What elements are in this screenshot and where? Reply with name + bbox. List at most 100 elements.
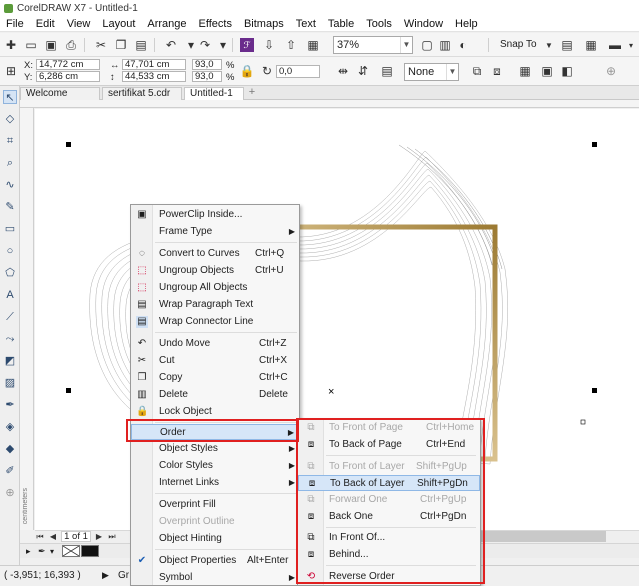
artistic-media-icon[interactable]: ✎ [3, 200, 17, 214]
snap-to-button[interactable]: Snap To [500, 39, 537, 50]
menu-item-wrap-paragraph-text[interactable]: ▤ Wrap Paragraph Text [131, 297, 299, 313]
application-launcher-icon[interactable]: ▦ [584, 38, 598, 52]
copy-toolbar-icon[interactable]: ❐ [114, 38, 128, 52]
tab-untitled[interactable]: Untitled-1 [184, 87, 244, 100]
menu-item-object-styles[interactable]: Object Styles ▶ [131, 441, 299, 457]
scale-x-field[interactable]: 93,0 [192, 59, 222, 70]
redo-dropdown-icon[interactable]: ▾ [216, 38, 230, 52]
undo-dropdown-icon[interactable]: ▾ [184, 38, 198, 52]
next-page-icon[interactable]: ▶ [94, 532, 104, 542]
menu-arrange[interactable]: Arrange [141, 18, 192, 30]
redo-toolbar-icon[interactable]: ↷ [198, 38, 212, 52]
chevron-down-icon[interactable]: ▼ [400, 37, 412, 53]
menu-bitmaps[interactable]: Bitmaps [238, 18, 290, 30]
first-page-icon[interactable]: ⏮ [35, 532, 45, 542]
weld-icon[interactable]: ▣ [540, 64, 554, 78]
menu-table[interactable]: Table [322, 18, 360, 30]
menu-item-symbol[interactable]: Symbol ▶ [131, 570, 299, 586]
preview-icon[interactable]: ◐ [456, 38, 470, 52]
menu-item-powerclip-inside[interactable]: ▣ PowerClip Inside... [131, 207, 299, 223]
menu-file[interactable]: File [0, 18, 30, 30]
menu-item-wrap-connector-line[interactable]: ▤ Wrap Connector Line [131, 314, 299, 330]
height-field[interactable]: 44,533 cm [122, 71, 186, 82]
menu-view[interactable]: View [61, 18, 97, 30]
zoom-tool-icon[interactable]: ⌕ [3, 156, 17, 170]
menu-item-ungroup-all-objects[interactable]: ⬚ Ungroup All Objects [131, 280, 299, 296]
export-icon[interactable]: ⇧ [284, 38, 298, 52]
scale-y-field[interactable]: 93,0 [192, 71, 222, 82]
no-color-swatch[interactable] [62, 545, 80, 557]
menu-item-delete[interactable]: ▥ Delete Delete [131, 387, 299, 403]
black-swatch[interactable] [81, 545, 99, 557]
menu-item-undo-move[interactable]: ↶ Undo Move Ctrl+Z [131, 336, 299, 352]
smart-fill-icon[interactable]: ◆ [3, 442, 17, 456]
rectangle-tool-icon[interactable]: ▭ [3, 222, 17, 236]
freehand-tool-icon[interactable]: ∿ [3, 178, 17, 192]
import-icon[interactable]: ⇩ [262, 38, 276, 52]
tab-welcome-screen[interactable]: Welcome Screen [20, 87, 100, 111]
add-tab-icon[interactable]: + [246, 87, 258, 99]
width-field[interactable]: 47,701 cm [122, 59, 186, 70]
menu-item-object-properties[interactable]: ✔ Object Properties Alt+Enter [131, 553, 299, 569]
to-front-icon[interactable]: ⧉ [470, 64, 484, 78]
corel-connect-icon[interactable]: ℱ [240, 38, 254, 52]
interactive-fill-icon[interactable]: ◈ [3, 420, 17, 434]
crop-tool-icon[interactable]: ⌗ [3, 134, 17, 148]
mirror-vertical-icon[interactable]: ⇵ [356, 64, 370, 78]
launcher-dropdown-icon[interactable]: ▾ [624, 38, 638, 52]
zoom-combo[interactable]: 37% ▼ [333, 36, 413, 54]
menu-help[interactable]: Help [449, 18, 484, 30]
tab-sertifikat[interactable]: sertifikat 5.cdr [102, 87, 182, 100]
connector-tool-icon[interactable]: ⤳ [3, 332, 17, 346]
transparency-tool-icon[interactable]: ▨ [3, 376, 17, 390]
drop-shadow-icon[interactable]: ◩ [3, 354, 17, 368]
lock-ratio-icon[interactable]: 🔒 [240, 64, 255, 78]
full-screen-icon[interactable]: ▢ [420, 38, 434, 52]
launcher-icon[interactable]: ▬ [608, 38, 622, 52]
new-document-icon[interactable]: ✚ [4, 38, 18, 52]
save-icon[interactable]: ▣ [44, 38, 58, 52]
pick-tool-icon[interactable]: ↖ [3, 90, 17, 104]
menu-text[interactable]: Text [290, 18, 322, 30]
rotation-field[interactable]: 0,0 [276, 65, 320, 78]
last-page-icon[interactable]: ⏭ [107, 532, 117, 542]
eyedropper-icon[interactable]: ✒ [38, 546, 46, 557]
shape-tool-icon[interactable]: ◇ [3, 112, 17, 126]
menu-item-lock-object[interactable]: 🔒 Lock Object [131, 404, 299, 420]
paste-toolbar-icon[interactable]: ▤ [134, 38, 148, 52]
add-tool-icon[interactable]: ⊕ [3, 486, 17, 500]
rotation-icon[interactable]: ↻ [260, 64, 274, 78]
status-arrow-icon[interactable]: ▶ [102, 570, 109, 581]
y-position-field[interactable]: 6,286 cm [36, 71, 100, 82]
polygon-tool-icon[interactable]: ⬠ [3, 266, 17, 280]
quick-customize-icon[interactable]: ▦ [518, 64, 532, 78]
outline-pen-icon[interactable]: ✐ [3, 464, 17, 478]
menu-item-cut[interactable]: ✂ Cut Ctrl+X [131, 353, 299, 369]
snap-dropdown-icon[interactable]: ▼ [542, 38, 556, 52]
palette-dropdown-icon[interactable]: ▾ [50, 547, 54, 556]
menu-item-internet-links[interactable]: Internet Links ▶ [131, 475, 299, 491]
ellipse-tool-icon[interactable]: ○ [3, 244, 17, 258]
view-mode-icon[interactable]: ▥ [438, 38, 452, 52]
menu-item-color-styles[interactable]: Color Styles ▶ [131, 458, 299, 474]
menu-item-convert-to-curves[interactable]: ◌ Convert to Curves Ctrl+Q [131, 246, 299, 262]
menu-item-copy[interactable]: ❐ Copy Ctrl+C [131, 370, 299, 386]
previous-page-icon[interactable]: ◀ [48, 532, 58, 542]
menu-item-frame-type[interactable]: Frame Type ▶ [131, 224, 299, 240]
outline-width-combo[interactable]: None ▼ [404, 63, 459, 81]
cut-toolbar-icon[interactable]: ✂ [94, 38, 108, 52]
menu-tools[interactable]: Tools [360, 18, 398, 30]
menu-item-ungroup-objects[interactable]: ⬚ Ungroup Objects Ctrl+U [131, 263, 299, 279]
publish-pdf-icon[interactable]: ▦ [306, 38, 320, 52]
to-back-icon[interactable]: ⧈ [490, 64, 504, 78]
open-icon[interactable]: ▭ [24, 38, 38, 52]
x-position-field[interactable]: 14,772 cm [36, 59, 100, 70]
add-icon[interactable]: ⊕ [604, 64, 618, 78]
menu-layout[interactable]: Layout [96, 18, 141, 30]
trim-icon[interactable]: ◧ [560, 64, 574, 78]
menu-item-object-hinting[interactable]: Object Hinting [131, 531, 299, 547]
color-eyedropper-icon[interactable]: ✒ [3, 398, 17, 412]
menu-item-overprint-fill[interactable]: Overprint Fill [131, 497, 299, 513]
chevron-down-icon[interactable]: ▼ [446, 64, 458, 80]
mirror-horizontal-icon[interactable]: ⇹ [336, 64, 350, 78]
